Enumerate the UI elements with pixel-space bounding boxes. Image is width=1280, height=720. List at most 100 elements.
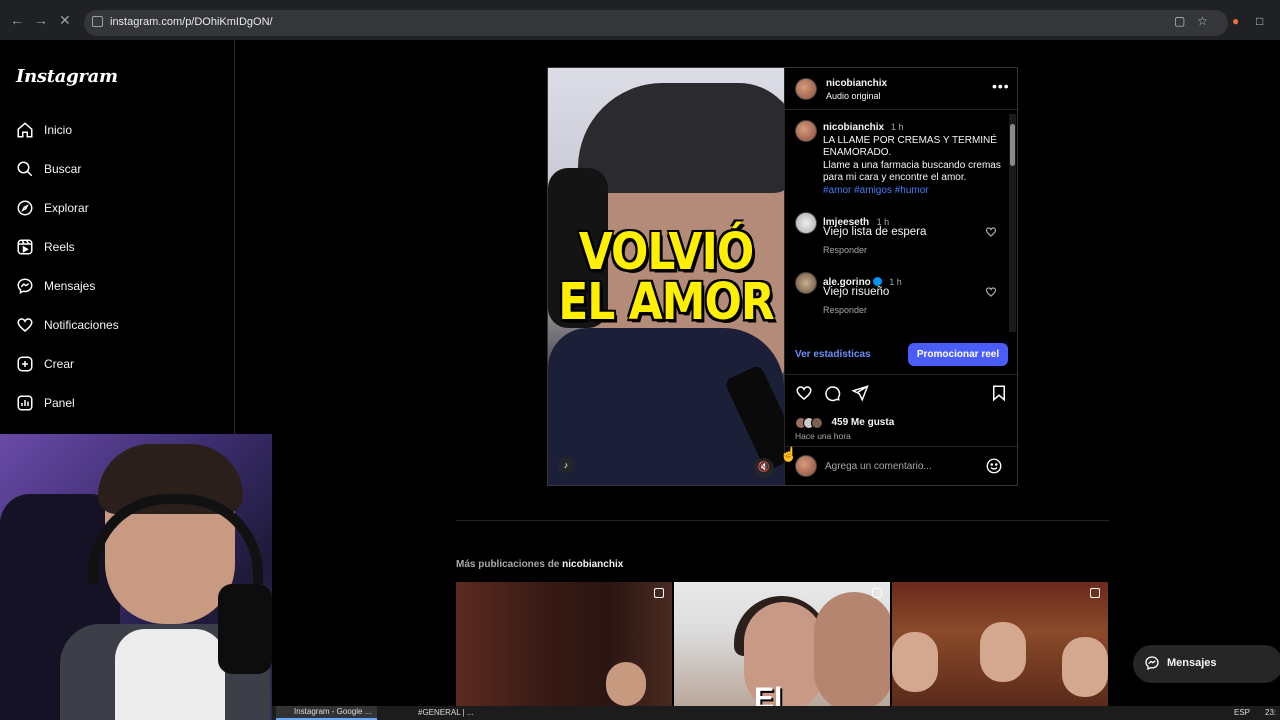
messenger-icon: [1145, 656, 1159, 671]
reels-icon: [17, 239, 33, 255]
comment-input[interactable]: [825, 458, 975, 474]
site-info-icon[interactable]: [92, 16, 103, 27]
mute-icon[interactable]: 🔇: [754, 458, 774, 478]
emoji-icon[interactable]: [985, 457, 1003, 475]
add-comment-bar: [785, 446, 1019, 485]
language-indicator[interactable]: ESP: [1234, 708, 1250, 717]
mouse-cursor-icon: ☝: [780, 446, 798, 462]
plus-square-icon: [17, 356, 33, 372]
like-comment-icon[interactable]: [985, 286, 997, 298]
video-overlay-line2: EL AMOR: [558, 273, 775, 332]
like-heart-icon[interactable]: [795, 384, 813, 402]
list-item: lmjeeseth 1 h Viejo lista de espera Resp…: [795, 212, 1005, 256]
sidebar-item-notificaciones[interactable]: Notificaciones: [16, 313, 216, 337]
sidebar-item-label: Inicio: [44, 123, 73, 137]
more-options-icon[interactable]: •••: [992, 78, 1010, 94]
scrollbar-thumb[interactable]: [1010, 124, 1015, 166]
save-bookmark-icon[interactable]: [990, 384, 1008, 402]
like-comment-icon[interactable]: [985, 226, 997, 238]
sidebar-item-buscar[interactable]: Buscar: [16, 157, 216, 181]
sidebar-item-label: Panel: [44, 396, 75, 410]
webcam-overlay: [0, 434, 272, 720]
sidebar-item-label: Reels: [44, 240, 75, 254]
liker-avatar: [811, 416, 823, 429]
share-icon[interactable]: [851, 384, 869, 402]
divider: [456, 520, 1109, 521]
list-item: ale.gorino 1 h Viejo risueño Responder: [795, 272, 1005, 316]
taskbar-chrome[interactable]: Instagram - Google ...: [276, 706, 378, 720]
sidebar: Instagram Inicio Buscar Explorar Reels M…: [0, 40, 235, 435]
arrow-left-icon[interactable]: ←: [10, 12, 24, 28]
caption-hashtags[interactable]: #amor #amigos #humor: [823, 185, 929, 196]
post-time: Hace una hora: [795, 431, 851, 441]
sidebar-item-label: Mensajes: [44, 279, 96, 293]
tile-face: [606, 662, 646, 706]
avatar: [795, 455, 817, 477]
taskbar: Instagram - Google ... #GENERAL | ... ES…: [272, 706, 1280, 720]
sidebar-item-explorar[interactable]: Explorar: [16, 196, 216, 220]
sidebar-item-panel[interactable]: Panel: [16, 391, 216, 415]
reply-button[interactable]: Responder: [823, 305, 867, 315]
install-icon[interactable]: ▢: [1174, 14, 1185, 28]
reel-video[interactable]: VOLVIÓ EL AMOR ♪ 🔇: [548, 68, 784, 485]
close-icon[interactable]: ✕: [59, 12, 71, 29]
likes-count[interactable]: 459 Me gusta: [831, 417, 894, 428]
caption-author[interactable]: nicobianchix: [823, 122, 884, 133]
extension-icon[interactable]: ●: [1232, 14, 1239, 28]
stats-row: Ver estadísticas Promocionar reel: [785, 335, 1019, 375]
grid-post-1[interactable]: [456, 582, 672, 706]
avatar[interactable]: [795, 78, 817, 100]
browser-toolbar: ← → ✕ instagram.com/p/DOhiKmIDgON/ ▢ ☆ ●…: [0, 0, 1280, 40]
sidebar-item-crear[interactable]: Crear: [16, 352, 216, 376]
video-person-hair: [578, 83, 784, 193]
sidebar-item-inicio[interactable]: Inicio: [16, 118, 216, 142]
messages-button[interactable]: Mensajes: [1133, 645, 1280, 683]
comment-text: Viejo risueño: [823, 286, 890, 298]
avatar[interactable]: [795, 272, 817, 294]
tile-caption: El: [754, 682, 783, 706]
instagram-logo[interactable]: Instagram: [16, 66, 118, 87]
chart-icon: [17, 395, 33, 411]
post-author[interactable]: nicobianchix: [826, 78, 887, 89]
post-actions: 459 Me gusta Hace una hora: [785, 376, 1019, 446]
microphone: [218, 584, 272, 674]
grid-post-3[interactable]: [892, 582, 1108, 706]
messages-label: Mensajes: [1167, 657, 1217, 669]
taskbar-discord[interactable]: #GENERAL | ...: [404, 708, 474, 717]
sidebar-item-reels[interactable]: Reels: [16, 235, 216, 259]
audio-label[interactable]: Audio original: [826, 91, 881, 101]
reply-button[interactable]: Responder: [823, 245, 867, 255]
reel-icon: [872, 588, 882, 598]
more-posts-user[interactable]: nicobianchix: [562, 559, 623, 570]
url-text[interactable]: instagram.com/p/DOhiKmIDgON/: [110, 16, 273, 28]
home-icon: [17, 122, 33, 138]
post-side-panel: nicobianchix Audio original ••• nicobian…: [784, 68, 1019, 485]
sidebar-item-mensajes[interactable]: Mensajes: [16, 274, 216, 298]
avatar[interactable]: [795, 120, 817, 142]
comments-scrollbar[interactable]: [1009, 114, 1016, 332]
t-shirt: [115, 629, 225, 720]
video-overlay-line1: VOLVIÓ: [578, 223, 755, 282]
carousel-icon: [1090, 588, 1100, 598]
puzzle-icon[interactable]: □: [1256, 14, 1263, 28]
tile-face: [980, 622, 1026, 682]
likes-row: 459 Me gusta: [795, 414, 894, 432]
audio-icon[interactable]: ♪: [558, 457, 574, 473]
tile-face: [1062, 637, 1108, 697]
post-header: nicobianchix Audio original •••: [785, 68, 1019, 110]
sidebar-item-label: Notificaciones: [44, 318, 119, 332]
verified-badge-icon: [872, 277, 882, 286]
avatar[interactable]: [795, 212, 817, 234]
tile-face: [814, 592, 890, 706]
messenger-icon: [17, 278, 33, 295]
grid-post-2[interactable]: El: [674, 582, 890, 706]
sidebar-item-label: Buscar: [44, 162, 82, 176]
clock[interactable]: 23:: [1265, 708, 1276, 717]
arrow-right-icon[interactable]: →: [34, 12, 48, 28]
address-bar[interactable]: instagram.com/p/DOhiKmIDgON/: [84, 10, 1228, 36]
compass-icon: [17, 200, 33, 216]
comment-icon[interactable]: [823, 384, 841, 402]
view-insights-link[interactable]: Ver estadísticas: [795, 349, 871, 360]
bookmark-star-icon[interactable]: ☆: [1197, 14, 1208, 28]
promote-reel-button[interactable]: Promocionar reel: [908, 343, 1008, 366]
